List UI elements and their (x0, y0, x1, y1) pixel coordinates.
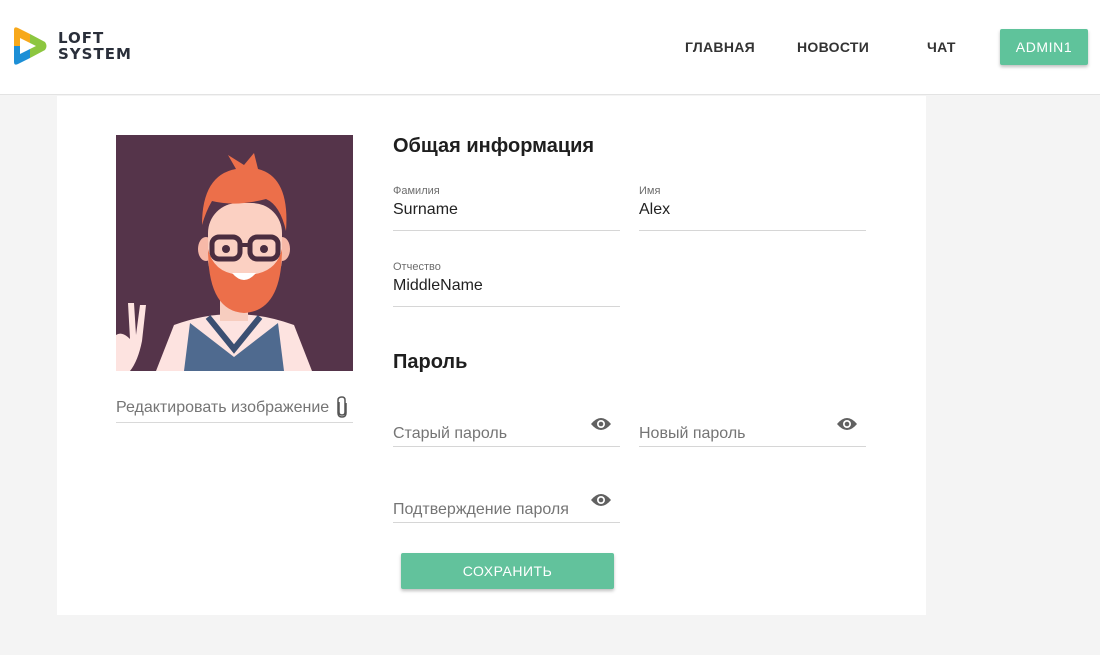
save-button[interactable]: СОХРАНИТЬ (401, 553, 614, 589)
logo-line2: SYSTEM (58, 45, 132, 63)
middlename-label: Отчество (393, 261, 441, 273)
eye-icon[interactable] (836, 416, 858, 437)
top-header: LOFT SYSTEM ГЛАВНАЯ НОВОСТИ ЧАТ ADMIN1 (0, 0, 1100, 95)
logo-text: LOFT SYSTEM (58, 30, 132, 62)
surname-input[interactable] (393, 199, 620, 221)
old-password-field[interactable] (393, 407, 620, 447)
edit-image-label: Редактировать изображение (116, 399, 330, 416)
eye-icon[interactable] (590, 416, 612, 437)
name-input[interactable] (639, 199, 866, 221)
logo-line1: LOFT (58, 29, 105, 47)
general-info-title: Общая информация (393, 135, 595, 157)
surname-field[interactable]: Фамилия (393, 185, 620, 231)
new-password-field[interactable] (639, 407, 866, 447)
new-password-input[interactable] (639, 423, 829, 445)
nav-home-link[interactable]: ГЛАВНАЯ (685, 39, 755, 55)
confirm-password-input[interactable] (393, 499, 583, 521)
middlename-field[interactable]: Отчество (393, 261, 620, 307)
name-field[interactable]: Имя (639, 185, 866, 231)
nav-news-link[interactable]: НОВОСТИ (797, 39, 869, 55)
paperclip-icon[interactable] (335, 396, 349, 423)
password-title: Пароль (393, 351, 468, 373)
middlename-input[interactable] (393, 275, 620, 297)
old-password-input[interactable] (393, 423, 583, 445)
surname-label: Фамилия (393, 185, 440, 197)
confirm-password-field[interactable] (393, 483, 620, 523)
name-label: Имя (639, 185, 661, 197)
nav-chat-link[interactable]: ЧАТ (927, 39, 956, 55)
user-profile-button[interactable]: ADMIN1 (1000, 29, 1088, 65)
eye-icon[interactable] (590, 492, 612, 513)
logo-play-icon (14, 27, 47, 65)
logo[interactable]: LOFT SYSTEM (12, 26, 132, 66)
avatar-image (116, 135, 353, 371)
edit-image-field[interactable]: Редактировать изображение (116, 395, 353, 423)
